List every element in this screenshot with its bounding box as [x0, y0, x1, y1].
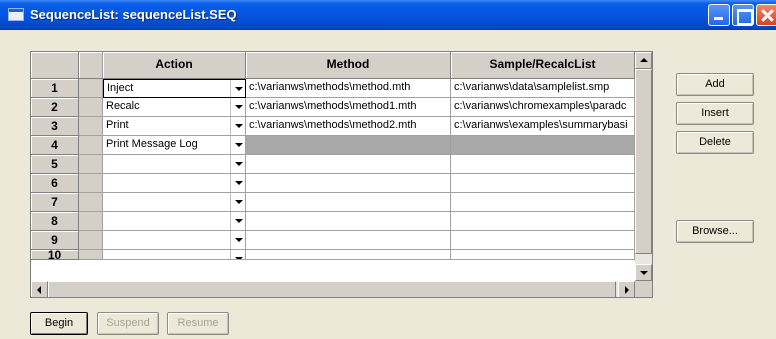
- row-number[interactable]: 8: [31, 212, 79, 231]
- row-number[interactable]: 10: [31, 250, 79, 260]
- action-dropdown[interactable]: [103, 174, 246, 193]
- row-marker: [79, 174, 103, 193]
- vertical-scroll-thumb[interactable]: [635, 69, 652, 254]
- scroll-right-arrow-icon[interactable]: [618, 281, 635, 297]
- chevron-down-icon[interactable]: [230, 174, 245, 192]
- sequence-grid[interactable]: Action Method Sample/RecalcList 1 Inject c…: [30, 51, 653, 298]
- method-cell[interactable]: [246, 155, 451, 174]
- action-dropdown[interactable]: [103, 212, 246, 231]
- row-marker: [79, 231, 103, 250]
- sample-recalclist-cell[interactable]: [451, 136, 635, 155]
- window-title: SequenceList: sequenceList.SEQ: [30, 7, 237, 22]
- sample-recalclist-cell[interactable]: [451, 174, 635, 193]
- method-cell[interactable]: [246, 250, 451, 260]
- chevron-down-icon[interactable]: [230, 155, 245, 173]
- column-header-sample-recalclist[interactable]: Sample/RecalcList: [451, 52, 635, 79]
- row-number[interactable]: 6: [31, 174, 79, 193]
- sample-recalclist-cell[interactable]: c:\varianws\examples\summarybasi: [451, 117, 635, 136]
- sample-recalclist-cell[interactable]: [451, 231, 635, 250]
- method-cell[interactable]: [246, 174, 451, 193]
- action-value: Print Message Log: [106, 138, 198, 150]
- scroll-up-arrow-icon[interactable]: [635, 52, 652, 69]
- chevron-down-icon[interactable]: [230, 250, 245, 259]
- action-dropdown[interactable]: [103, 250, 246, 260]
- row-marker: [79, 117, 103, 136]
- method-cell[interactable]: c:\varianws\methods\method2.mth: [246, 117, 451, 136]
- method-cell[interactable]: [246, 193, 451, 212]
- scroll-left-arrow-icon[interactable]: [31, 281, 48, 297]
- row-number[interactable]: 1: [31, 79, 79, 98]
- row-marker: [79, 98, 103, 117]
- horizontal-scrollbar[interactable]: [31, 281, 635, 297]
- maximize-button[interactable]: [732, 4, 754, 26]
- action-dropdown[interactable]: Print Message Log: [103, 136, 246, 155]
- row-number[interactable]: 7: [31, 193, 79, 212]
- grid-corner-header: [31, 52, 79, 79]
- add-button[interactable]: Add: [676, 73, 754, 96]
- marker-column-header: [79, 52, 103, 79]
- row-marker: [79, 193, 103, 212]
- row-marker: [79, 212, 103, 231]
- chevron-down-icon[interactable]: [230, 193, 245, 211]
- action-dropdown[interactable]: Print: [103, 117, 246, 136]
- method-cell[interactable]: [246, 136, 451, 155]
- scrollbar-corner: [635, 281, 652, 297]
- action-dropdown[interactable]: [103, 193, 246, 212]
- method-cell[interactable]: [246, 212, 451, 231]
- horizontal-scroll-thumb[interactable]: [48, 281, 616, 297]
- action-value: Print: [106, 119, 129, 131]
- method-cell[interactable]: c:\varianws\methods\method1.mth: [246, 98, 451, 117]
- resume-button[interactable]: Resume: [167, 312, 229, 335]
- action-dropdown[interactable]: Recalc: [103, 98, 246, 117]
- row-marker: [79, 155, 103, 174]
- row-number[interactable]: 4: [31, 136, 79, 155]
- scroll-down-arrow-icon[interactable]: [635, 264, 652, 281]
- action-dropdown[interactable]: Inject: [103, 79, 246, 98]
- insert-button[interactable]: Insert: [676, 102, 754, 125]
- row-number[interactable]: 5: [31, 155, 79, 174]
- sample-recalclist-cell[interactable]: [451, 193, 635, 212]
- row-marker: [79, 136, 103, 155]
- method-cell[interactable]: c:\varianws\methods\method.mth: [246, 79, 451, 98]
- minimize-button[interactable]: [708, 4, 730, 26]
- title-bar[interactable]: SequenceList: sequenceList.SEQ: [0, 0, 776, 30]
- chevron-down-icon[interactable]: [230, 136, 245, 154]
- row-number[interactable]: 9: [31, 231, 79, 250]
- browse-button[interactable]: Browse...: [676, 220, 754, 243]
- action-value: Recalc: [106, 100, 140, 112]
- row-number[interactable]: 2: [31, 98, 79, 117]
- chevron-down-icon[interactable]: [230, 80, 245, 97]
- chevron-down-icon[interactable]: [230, 117, 245, 135]
- chevron-down-icon[interactable]: [230, 98, 245, 116]
- sample-recalclist-cell[interactable]: c:\varianws\chromexamples\paradc: [451, 98, 635, 117]
- suspend-button[interactable]: Suspend: [97, 312, 159, 335]
- sample-recalclist-cell[interactable]: [451, 155, 635, 174]
- chevron-down-icon[interactable]: [230, 212, 245, 230]
- action-dropdown[interactable]: [103, 231, 246, 250]
- sample-recalclist-cell[interactable]: [451, 250, 635, 260]
- column-header-action[interactable]: Action: [103, 52, 246, 79]
- sample-recalclist-cell[interactable]: [451, 212, 635, 231]
- window-app-icon: [8, 8, 24, 21]
- close-button[interactable]: [756, 4, 776, 26]
- vertical-scrollbar[interactable]: [635, 52, 652, 281]
- chevron-down-icon[interactable]: [230, 231, 245, 249]
- sample-recalclist-cell[interactable]: c:\varianws\data\samplelist.smp: [451, 79, 635, 98]
- method-cell[interactable]: [246, 231, 451, 250]
- row-marker: [79, 79, 103, 98]
- row-marker: [79, 250, 103, 260]
- action-value: Inject: [107, 82, 134, 94]
- action-dropdown[interactable]: [103, 155, 246, 174]
- column-header-method[interactable]: Method: [246, 52, 451, 79]
- delete-button[interactable]: Delete: [676, 131, 754, 154]
- begin-button[interactable]: Begin: [30, 312, 88, 335]
- row-number[interactable]: 3: [31, 117, 79, 136]
